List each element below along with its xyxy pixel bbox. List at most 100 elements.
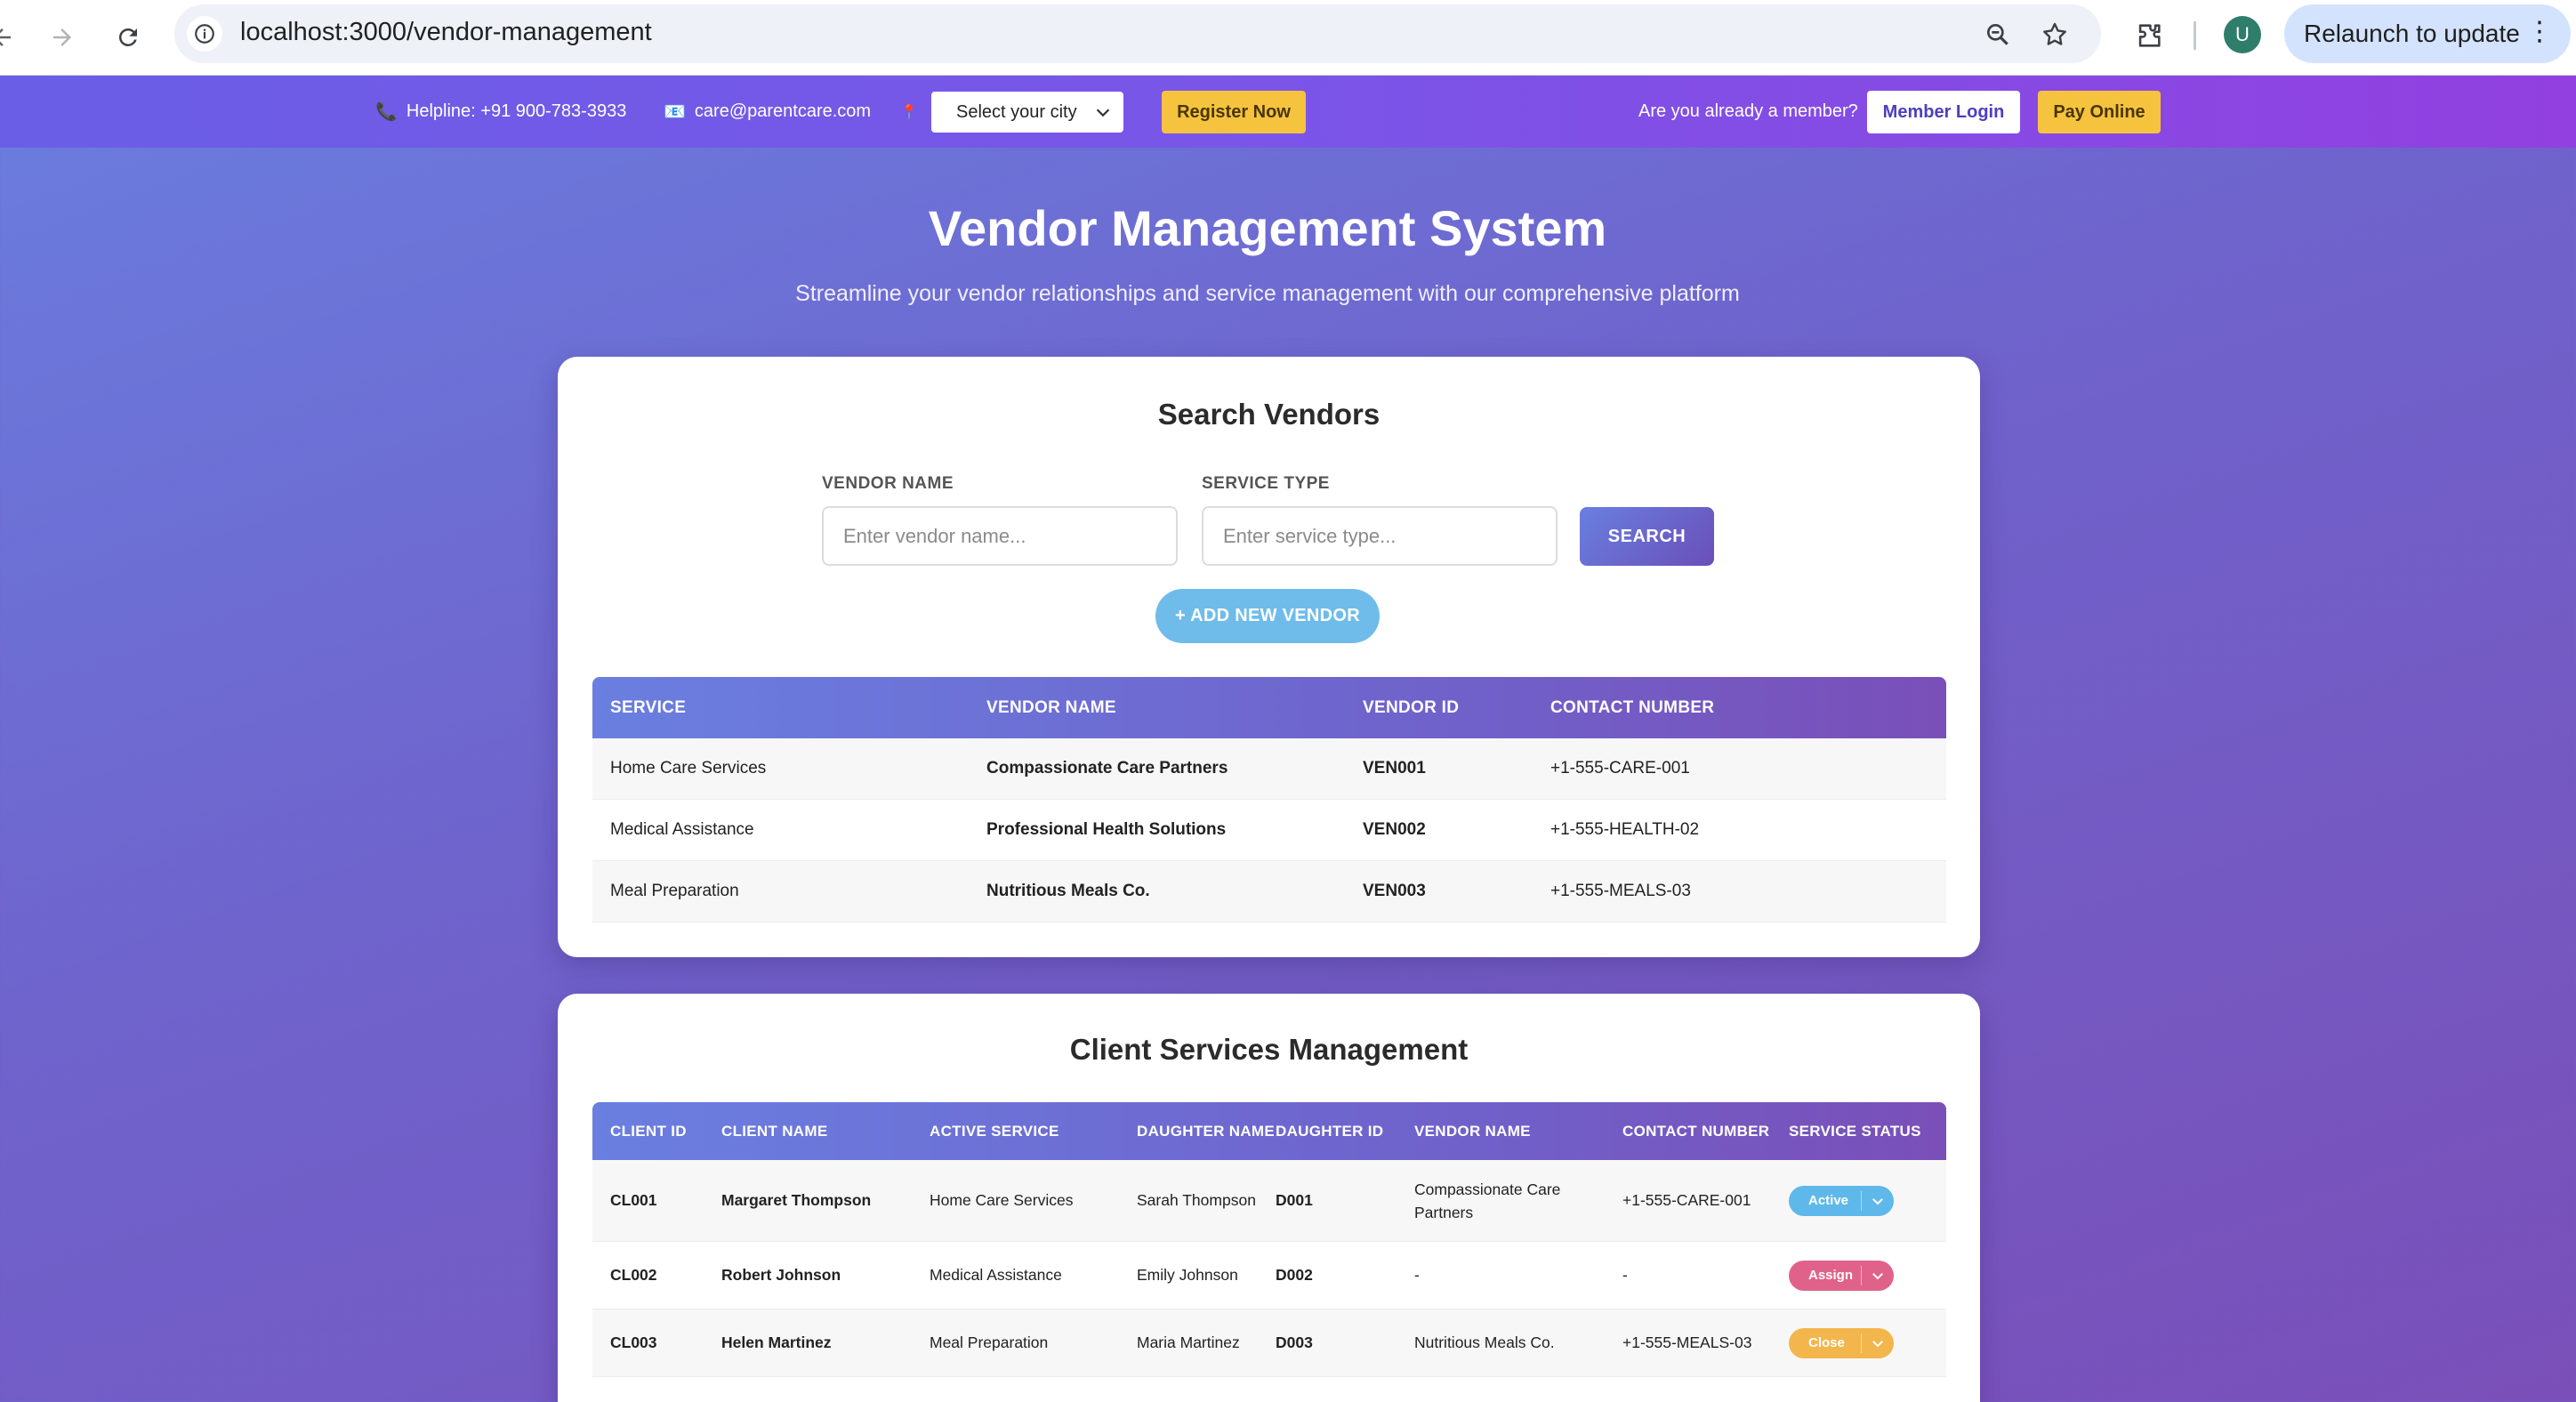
service-status-select[interactable]: Assign (1789, 1260, 1894, 1291)
daughter-name-cell: Emily Johnson (1137, 1266, 1238, 1284)
vendor-name-input[interactable] (822, 506, 1178, 566)
vendor-service-cell: Home Care Services (610, 759, 767, 778)
column-header-daughter-name[interactable]: DAUGHTER NAME (1137, 1102, 1275, 1160)
column-header-contact-number[interactable]: CONTACT NUMBER (1622, 1102, 1769, 1160)
vendor-name-cell: Professional Health Solutions (986, 820, 1227, 839)
relaunch-button[interactable]: Relaunch to update ⋮ (2284, 4, 2571, 63)
add-new-vendor-button[interactable]: + ADD NEW VENDOR (1155, 589, 1380, 643)
vendor-id-cell: VEN003 (1363, 882, 1426, 900)
top-info-bar: 📞 Helpline: +91 900-783-3933 📧 care@pare… (0, 76, 2576, 148)
pay-online-button[interactable]: Pay Online (2038, 91, 2161, 133)
column-header-vendor-name[interactable]: VENDOR NAME (986, 677, 1116, 738)
chevron-down-icon (1872, 1197, 1883, 1205)
relaunch-label: Relaunch to update (2304, 20, 2520, 47)
toolbar-divider (2194, 21, 2196, 50)
vendor-id-cell: VEN002 (1363, 820, 1426, 839)
helpline: 📞 Helpline: +91 900-783-3933 (375, 76, 626, 148)
client-table-header: CLIENT ID CLIENT NAME ACTIVE SERVICE DAU… (592, 1102, 1946, 1160)
helpline-text: Helpline: +91 900-783-3933 (406, 101, 627, 121)
vendor-name-cell: Compassionate Care Partners (986, 759, 1228, 778)
client-services-title: Client Services Management (1069, 1033, 1469, 1066)
vendor-name-label: VENDOR NAME (822, 474, 954, 493)
location-pin-icon: 📍 (900, 104, 918, 120)
client-table-row[interactable]: CL003 Helen Martinez Meal Preparation Ma… (592, 1309, 1946, 1377)
client-id-cell: CL003 (610, 1334, 657, 1351)
browser-toolbar: localhost:3000/vendor-management U Relau… (0, 0, 2576, 76)
daughter-id-cell: D003 (1276, 1334, 1313, 1351)
service-status-select[interactable]: Close (1789, 1327, 1894, 1358)
back-arrow-icon[interactable] (0, 16, 23, 59)
column-header-active-service[interactable]: ACTIVE SERVICE (930, 1102, 1059, 1160)
phone-icon: 📞 (375, 102, 398, 122)
chevron-down-icon (1096, 109, 1110, 117)
column-header-contact-number[interactable]: CONTACT NUMBER (1550, 677, 1714, 738)
register-now-button[interactable]: Register Now (1162, 91, 1306, 133)
email-icon: 📧 (664, 102, 686, 122)
client-contact-cell: - (1622, 1266, 1628, 1284)
column-header-vendor-id[interactable]: VENDOR ID (1363, 677, 1459, 738)
location-pin: 📍 (900, 76, 918, 148)
daughter-id-cell: D001 (1276, 1191, 1313, 1209)
service-status-value: Assign (1808, 1268, 1854, 1283)
active-service-cell: Home Care Services (930, 1191, 1074, 1209)
column-header-service[interactable]: SERVICE (610, 677, 686, 738)
client-vendor-name-cell: - (1414, 1266, 1420, 1284)
forward-arrow-icon[interactable] (41, 16, 84, 59)
active-service-cell: Meal Preparation (930, 1334, 1049, 1351)
client-table-row[interactable]: CL002 Robert Johnson Medical Assistance … (592, 1242, 1946, 1309)
vendor-table-row[interactable]: Home Care Services Compassionate Care Pa… (592, 738, 1946, 800)
daughter-name-cell: Maria Martinez (1137, 1334, 1240, 1351)
chevron-down-icon (1872, 1340, 1883, 1347)
chevron-down-icon (1872, 1272, 1883, 1279)
search-vendors-card: Search Vendors VENDOR NAME SERVICE TYPE … (558, 357, 1980, 957)
city-select[interactable]: Select your city (931, 92, 1123, 133)
member-login-button[interactable]: Member Login (1867, 91, 2020, 133)
client-contact-cell: +1-555-MEALS-03 (1622, 1334, 1752, 1351)
active-service-cell: Medical Assistance (930, 1266, 1062, 1284)
client-id-cell: CL001 (610, 1191, 657, 1209)
column-header-daughter-id[interactable]: DAUGHTER ID (1276, 1102, 1383, 1160)
client-table-row[interactable]: CL001 Margaret Thompson Home Care Servic… (592, 1160, 1946, 1242)
client-services-card: Client Services Management CLIENT ID CLI… (558, 994, 1980, 1402)
vendor-table-row[interactable]: Medical Assistance Professional Health S… (592, 800, 1946, 861)
vendor-contact-cell: +1-555-CARE-001 (1550, 759, 1690, 778)
column-header-vendor-name[interactable]: VENDOR NAME (1414, 1102, 1531, 1160)
email-contact: 📧 care@parentcare.com (664, 76, 871, 148)
site-info-icon[interactable] (187, 16, 222, 52)
vendor-id-cell: VEN001 (1363, 759, 1426, 778)
column-header-client-id[interactable]: CLIENT ID (610, 1102, 687, 1160)
column-header-service-status[interactable]: SERVICE STATUS (1789, 1102, 1921, 1160)
address-bar[interactable]: localhost:3000/vendor-management (174, 4, 2101, 63)
daughter-name-cell: Sarah Thompson (1137, 1191, 1256, 1209)
vendor-service-cell: Medical Assistance (610, 820, 754, 839)
vendor-table-row[interactable]: Meal Preparation Nutritious Meals Co. VE… (592, 861, 1946, 923)
extensions-puzzle-icon[interactable] (2129, 16, 2169, 55)
service-status-value: Close (1808, 1335, 1845, 1350)
reload-icon[interactable] (107, 16, 149, 59)
service-type-label: SERVICE TYPE (1202, 474, 1330, 493)
vendor-contact-cell: +1-555-MEALS-03 (1550, 882, 1691, 900)
vendor-name-cell: Nutritious Meals Co. (986, 882, 1150, 900)
url-text: localhost:3000/vendor-management (240, 18, 652, 46)
service-status-select[interactable]: Active (1789, 1185, 1894, 1216)
column-header-client-name[interactable]: CLIENT NAME (721, 1102, 827, 1160)
city-select-value: Select your city (956, 101, 1077, 122)
email-text: care@parentcare.com (694, 101, 872, 121)
daughter-id-cell: D002 (1276, 1266, 1313, 1284)
service-type-input[interactable] (1202, 506, 1558, 566)
vendor-service-cell: Meal Preparation (610, 882, 739, 900)
vendor-table-header: SERVICE VENDOR NAME VENDOR ID CONTACT NU… (592, 677, 1946, 738)
client-id-cell: CL002 (610, 1266, 657, 1284)
vendor-contact-cell: +1-555-HEALTH-02 (1550, 820, 1700, 839)
client-name-cell: Margaret Thompson (721, 1191, 872, 1209)
service-status-value: Active (1808, 1193, 1849, 1208)
client-contact-cell: +1-555-CARE-001 (1622, 1191, 1751, 1209)
client-vendor-name-cell: Nutritious Meals Co. (1414, 1334, 1555, 1351)
client-name-cell: Robert Johnson (721, 1266, 841, 1284)
zoom-icon[interactable] (1980, 17, 2016, 52)
profile-avatar[interactable]: U (2224, 16, 2261, 53)
member-prompt: Are you already a member? (1638, 101, 1858, 121)
search-button[interactable]: SEARCH (1580, 507, 1714, 566)
bookmark-star-icon[interactable] (2037, 17, 2073, 52)
more-menu-icon[interactable]: ⋮ (2526, 19, 2553, 45)
